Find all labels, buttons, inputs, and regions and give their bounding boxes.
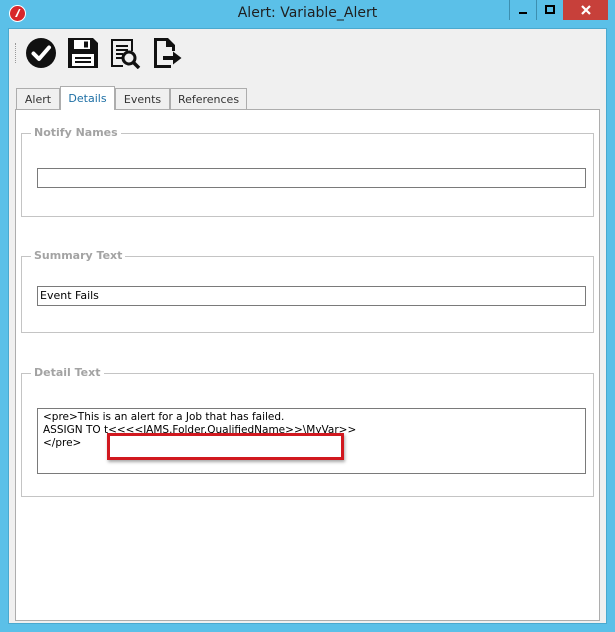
tab-details[interactable]: Details: [60, 86, 115, 110]
alert-window: Alert: Variable_Alert Alert Details Even…: [0, 0, 615, 632]
close-button[interactable]: [563, 0, 608, 20]
details-tab-panel: Notify Names Summary Text Event Fails De…: [15, 109, 600, 621]
close-icon: [580, 5, 591, 15]
maximize-icon: [544, 5, 555, 14]
floppy-disk-icon: [68, 38, 98, 68]
minimize-button[interactable]: [509, 0, 535, 20]
detail-text-input[interactable]: <pre>This is an alert for a Job that has…: [37, 408, 586, 474]
notify-names-input[interactable]: [37, 168, 586, 188]
maximize-button[interactable]: [536, 0, 562, 20]
toolbar-grip[interactable]: [15, 43, 19, 63]
document-export-icon: [154, 38, 182, 68]
detail-text-group: Detail Text <pre>This is an alert for a …: [21, 366, 594, 497]
summary-text-label: Summary Text: [31, 249, 126, 262]
variable-highlight-box: [107, 433, 344, 460]
save-and-close-button[interactable]: [24, 36, 58, 70]
tab-references[interactable]: References: [170, 88, 247, 109]
minimize-icon: [518, 12, 527, 14]
export-button[interactable]: [150, 36, 184, 70]
save-button[interactable]: [66, 36, 100, 70]
check-circle-icon: [26, 38, 56, 68]
notify-names-label: Notify Names: [31, 126, 121, 139]
notify-names-group: Notify Names: [21, 126, 594, 217]
summary-text-input[interactable]: Event Fails: [37, 286, 586, 306]
preview-button[interactable]: [108, 36, 142, 70]
window-client-area: Alert Details Events References Notify N…: [8, 28, 607, 624]
tab-alert[interactable]: Alert: [16, 88, 60, 109]
summary-text-group: Summary Text Event Fails: [21, 249, 594, 333]
title-bar[interactable]: Alert: Variable_Alert: [0, 0, 615, 28]
detail-text-line: <pre>This is an alert for a Job that has…: [43, 411, 285, 423]
document-search-icon: [111, 39, 141, 69]
tab-events[interactable]: Events: [115, 88, 170, 109]
detail-text-label: Detail Text: [31, 366, 104, 379]
